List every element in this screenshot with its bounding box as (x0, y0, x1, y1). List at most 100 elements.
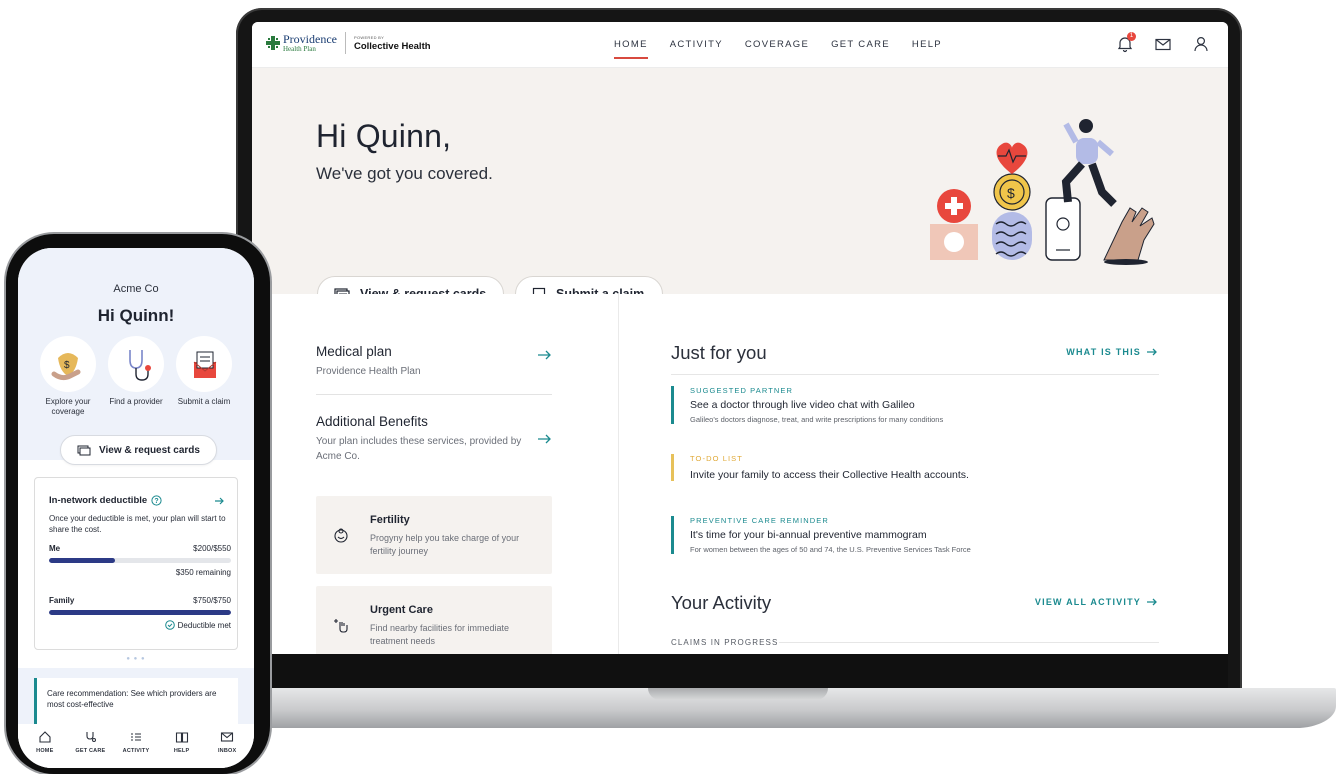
phone-greeting: Hi Quinn! (97, 306, 175, 325)
tab-help[interactable]: HELP (160, 730, 204, 768)
tab-label: HELP (173, 748, 190, 754)
coverage-icon: $ (51, 353, 81, 381)
stethoscope-icon (86, 732, 97, 742)
mail-icon (221, 732, 234, 742)
additional-benefits-row[interactable]: Additional Benefits Your plan includes t… (316, 414, 552, 464)
item-sub: Galileo's doctors diagnose, treat, and w… (690, 415, 944, 424)
claims-rule (779, 642, 1159, 643)
tab-label: INBOX (217, 748, 237, 754)
deductible-card[interactable]: In-network deductible ? Once your deduct… (34, 477, 238, 650)
nav-home[interactable]: HOME (614, 39, 648, 59)
view-all-activity-label: VIEW ALL ACTIVITY (1034, 597, 1141, 607)
action-label: Explore your coverage (45, 397, 91, 417)
plan-divider (316, 394, 552, 395)
plan-desc: Providence Health Plan (316, 366, 421, 377)
envelope-claim-icon (193, 351, 217, 378)
explore-coverage-action[interactable]: $ Explore your coverage (36, 336, 100, 418)
nav-get-care[interactable]: GET CARE (831, 39, 890, 50)
benefit-title: Fertility (370, 514, 410, 526)
tab-get-care[interactable]: GET CARE (68, 730, 112, 768)
progress-fill (49, 558, 115, 563)
check-circle-icon (164, 620, 175, 630)
item-tag: TO-DO LIST (690, 454, 743, 463)
section-rule (671, 374, 1159, 375)
cards-icon (77, 445, 91, 455)
item-tag: SUGGESTED PARTNER (690, 386, 794, 395)
item-main: It's time for your bi-annual preventive … (690, 529, 927, 541)
phone-tab-bar: HOME GET CARE ACTIVITY HELP INBOX (18, 724, 254, 768)
tab-inbox[interactable]: INBOX (205, 730, 249, 768)
deductible-desc: Once your deductible is met, your plan w… (49, 514, 226, 535)
svg-text:?: ? (155, 498, 159, 505)
laptop-notch (648, 688, 828, 700)
todo-list-item[interactable]: TO-DO LIST Invite your family to access … (671, 454, 1151, 481)
plan-title: Medical plan (316, 344, 392, 359)
submit-claim-action[interactable]: Submit a claim (172, 336, 236, 407)
fertility-card[interactable]: Fertility Progyny help you take charge o… (316, 496, 552, 574)
suggested-partner-item[interactable]: SUGGESTED PARTNER See a doctor through l… (671, 386, 1151, 424)
plan-title: Additional Benefits (316, 414, 428, 429)
arrow-right-icon (1147, 348, 1157, 356)
urgent-care-card[interactable]: Urgent Care Find nearby facilities for i… (316, 586, 552, 654)
progress-bar (49, 610, 231, 615)
arrow-right-icon[interactable] (215, 497, 225, 505)
item-main: Invite your family to access their Colle… (690, 469, 969, 481)
medical-plan-row[interactable]: Medical plan Providence Health Plan (316, 344, 552, 380)
view-all-activity-link[interactable]: VIEW ALL ACTIVITY (1035, 597, 1158, 607)
arrow-right-icon (538, 350, 551, 360)
bell-icon[interactable]: 1 (1116, 32, 1136, 53)
phone-view-request-cards-button[interactable]: View & request cards (60, 435, 217, 465)
user-icon[interactable] (1192, 35, 1210, 53)
benefit-desc: Progyny help you take charge of your fer… (370, 533, 520, 557)
provider-name: Providence (283, 32, 337, 46)
laptop-screen: Providence Health Plan POWERED BY Collec… (252, 22, 1228, 654)
svg-text:$: $ (64, 360, 70, 371)
nav-coverage[interactable]: COVERAGE (745, 39, 809, 50)
row-label: Family (49, 596, 75, 605)
action-label: Find a provider (109, 397, 163, 406)
brand-divider (344, 32, 346, 54)
plan-desc: Your plan includes these services, provi… (316, 436, 522, 462)
home-icon (39, 731, 51, 743)
svg-text:$: $ (1007, 185, 1015, 201)
plans-column: Medical plan Providence Health Plan Addi… (252, 294, 618, 654)
row-note: Deductible met (177, 620, 231, 630)
nav-icons: 1 (1116, 32, 1210, 53)
nav-activity[interactable]: ACTIVITY (670, 39, 723, 50)
laptop-chin (252, 654, 1228, 688)
tab-label: ACTIVITY (122, 748, 150, 754)
mail-icon[interactable] (1154, 35, 1172, 53)
carousel-dots[interactable]: ● ● ● (18, 656, 254, 662)
progress-bar (49, 558, 231, 563)
benefit-title: Urgent Care (370, 604, 433, 616)
provider-sub: Health Plan (283, 45, 316, 53)
brand-logo[interactable]: Providence Health Plan POWERED BY Collec… (266, 32, 431, 54)
fertility-icon (334, 528, 348, 543)
arrow-right-icon (538, 434, 551, 444)
notification-badge: 1 (1127, 32, 1136, 41)
hero-illustration: $ (930, 119, 1155, 265)
deductible-title-text: In-network deductible (49, 495, 148, 506)
row-value: $750/$750 (193, 596, 231, 605)
tab-activity[interactable]: ACTIVITY (114, 730, 158, 768)
tab-home[interactable]: HOME (23, 730, 67, 768)
preventive-care-item[interactable]: PREVENTIVE CARE REMINDER It's time for y… (671, 516, 1151, 554)
partner-name: Collective Health (353, 40, 431, 52)
deductible-title: In-network deductible ? (49, 495, 162, 506)
nav-help[interactable]: HELP (912, 39, 942, 50)
just-for-you-title: Just for you (671, 342, 767, 363)
arrow-right-icon (1147, 598, 1157, 606)
feed-column: Just for you WHAT IS THIS SUGGESTED PART… (619, 294, 1228, 654)
what-is-this-link[interactable]: WHAT IS THIS (1066, 347, 1158, 357)
row-value: $200/$550 (193, 544, 231, 553)
book-icon (175, 732, 188, 743)
greeting-title: Hi Quinn, (316, 118, 452, 154)
your-activity-title: Your Activity (671, 592, 772, 613)
urgent-care-icon (334, 619, 348, 633)
benefit-desc: Find nearby facilities for immediate tre… (370, 623, 510, 647)
greeting-subtitle: We've got you covered. (316, 164, 493, 183)
action-label: Submit a claim (177, 397, 231, 406)
find-provider-action[interactable]: Find a provider (104, 336, 168, 407)
help-circle-icon[interactable]: ? (151, 495, 162, 506)
row-label: Me (49, 544, 61, 553)
